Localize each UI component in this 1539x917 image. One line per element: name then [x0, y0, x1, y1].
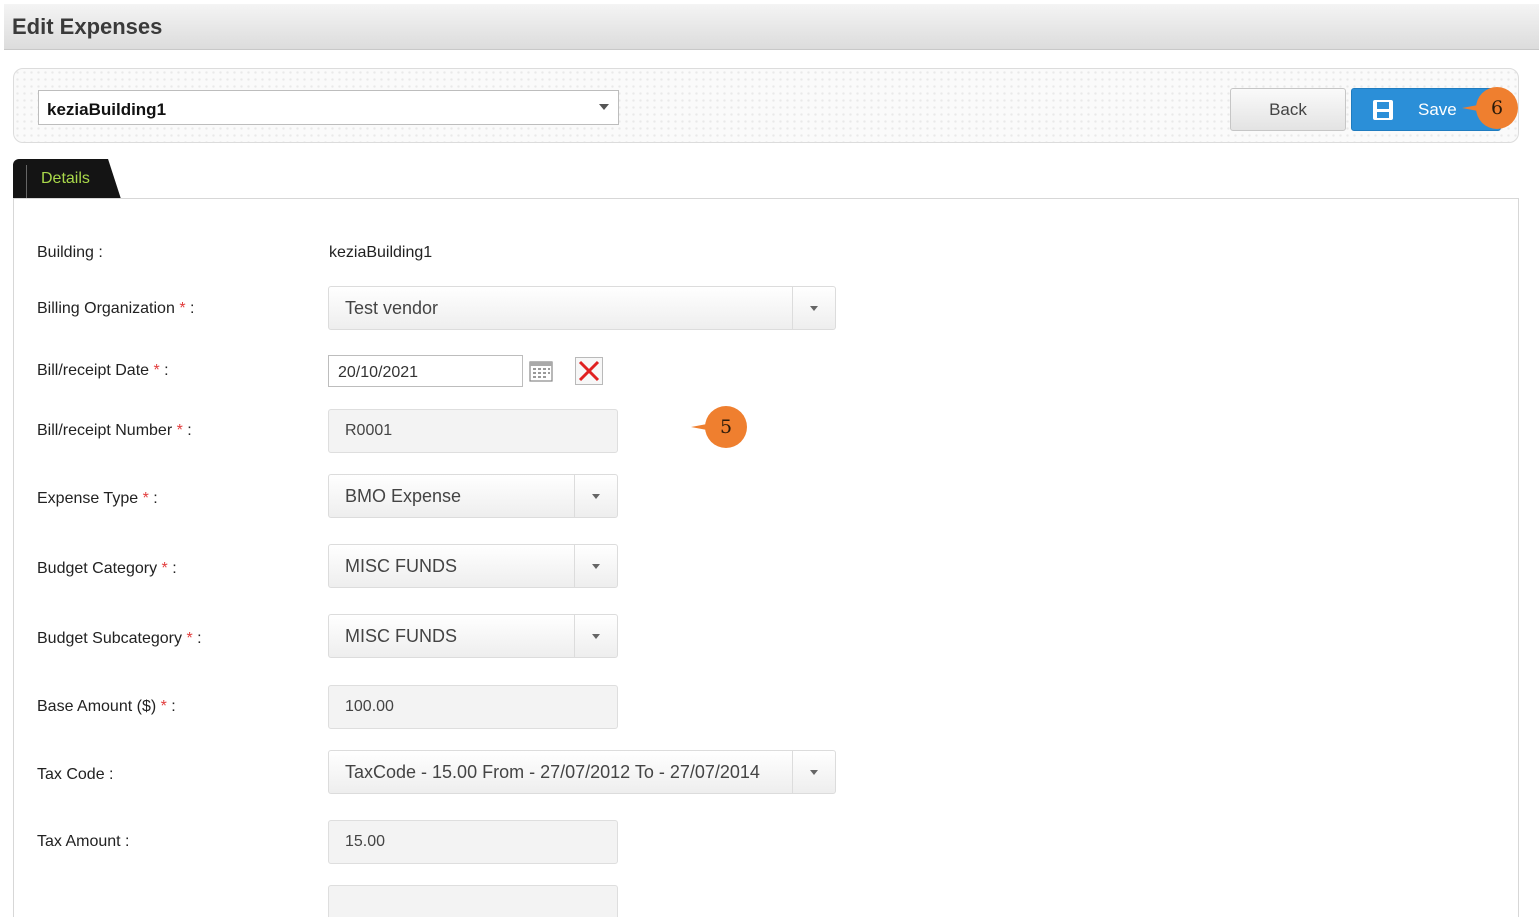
- building-select-value: keziaBuilding1: [47, 100, 167, 119]
- tax-amount-input[interactable]: 15.00: [328, 820, 618, 864]
- bill-number-input[interactable]: R0001: [328, 409, 618, 453]
- bill-number-label: Bill/receipt Number * :: [37, 422, 192, 439]
- clear-date-icon[interactable]: [575, 357, 603, 385]
- bill-date-value: 20/10/2021: [338, 364, 419, 381]
- tab-details-label: Details: [41, 170, 90, 187]
- budget-subcategory-value: MISC FUNDS: [345, 626, 457, 646]
- budget-subcategory-label: Budget Subcategory * :: [37, 630, 202, 647]
- tax-code-select[interactable]: TaxCode - 15.00 From - 27/07/2012 To - 2…: [328, 750, 836, 794]
- billing-org-label: Billing Organization * :: [37, 300, 195, 317]
- tax-amount-label: Tax Amount :: [37, 833, 130, 850]
- floppy-disk-icon: [1373, 100, 1393, 120]
- tax-code-label: Tax Code :: [37, 766, 114, 783]
- billing-org-dropdown-button[interactable]: [792, 287, 835, 329]
- budget-category-select[interactable]: MISC FUNDS: [328, 544, 618, 588]
- chevron-down-icon: [592, 564, 600, 569]
- page-header: Edit Expenses: [4, 4, 1539, 50]
- chevron-down-icon: [599, 104, 609, 110]
- tab-divider: [26, 165, 27, 199]
- budget-category-value: MISC FUNDS: [345, 556, 457, 576]
- tax-code-dropdown-button[interactable]: [792, 751, 835, 793]
- building-select[interactable]: keziaBuilding1: [38, 90, 619, 125]
- save-button-label: Save: [1418, 100, 1457, 119]
- back-button[interactable]: Back: [1230, 88, 1346, 131]
- bill-date-label: Bill/receipt Date * :: [37, 362, 169, 379]
- tab-details[interactable]: Details: [13, 159, 121, 199]
- step-callout-5: 5: [691, 406, 747, 448]
- expense-type-select[interactable]: BMO Expense: [328, 474, 618, 518]
- expense-type-label: Expense Type * :: [37, 490, 158, 507]
- chevron-down-icon: [592, 634, 600, 639]
- toolbar: keziaBuilding1 Back Save: [13, 68, 1519, 143]
- budget-subcategory-dropdown-button[interactable]: [574, 615, 617, 657]
- budget-category-label: Budget Category * :: [37, 560, 177, 577]
- tax-code-value: TaxCode - 15.00 From - 27/07/2012 To - 2…: [345, 762, 760, 782]
- base-amount-value: 100.00: [345, 698, 394, 715]
- budget-subcategory-select[interactable]: MISC FUNDS: [328, 614, 618, 658]
- expense-type-dropdown-button[interactable]: [574, 475, 617, 517]
- bill-number-value: R0001: [345, 422, 393, 439]
- chevron-down-icon: [592, 494, 600, 499]
- billing-org-select[interactable]: Test vendor: [328, 286, 836, 330]
- building-value: keziaBuilding1: [329, 244, 433, 261]
- calendar-icon[interactable]: [529, 360, 553, 382]
- next-field-input[interactable]: [328, 885, 618, 917]
- chevron-down-icon: [810, 770, 818, 775]
- base-amount-label: Base Amount ($) * :: [37, 698, 176, 715]
- details-panel: Building : keziaBuilding1 Billing Organi…: [13, 198, 1519, 917]
- base-amount-input[interactable]: 100.00: [328, 685, 618, 729]
- budget-category-dropdown-button[interactable]: [574, 545, 617, 587]
- bill-date-input[interactable]: 20/10/2021: [328, 355, 523, 387]
- page-title: Edit Expenses: [12, 14, 163, 39]
- expense-type-value: BMO Expense: [345, 486, 462, 506]
- chevron-down-icon: [810, 306, 818, 311]
- close-icon: [578, 360, 600, 382]
- tax-amount-value: 15.00: [345, 833, 386, 850]
- building-label: Building :: [37, 244, 103, 261]
- billing-org-value: Test vendor: [345, 298, 439, 318]
- step-callout-6: 6: [1462, 87, 1518, 129]
